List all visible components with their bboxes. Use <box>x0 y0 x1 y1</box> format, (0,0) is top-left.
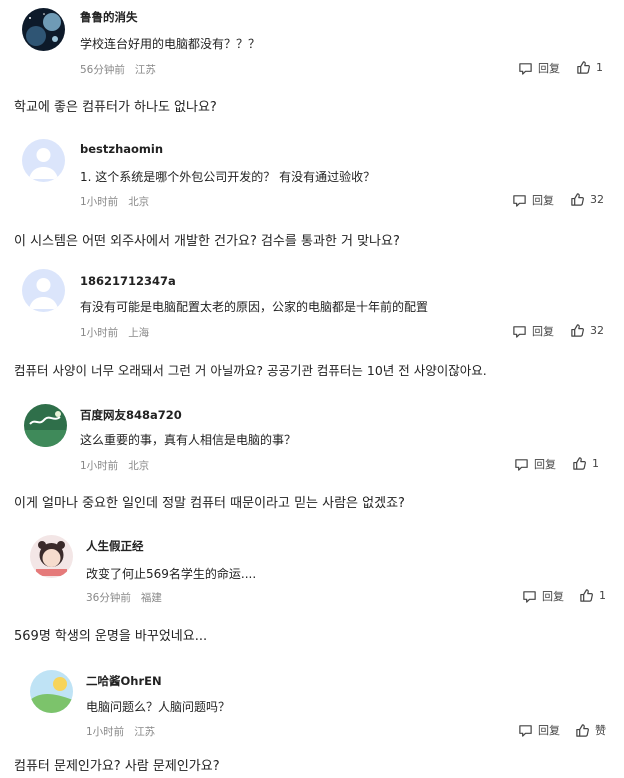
reply-button[interactable]: 回复 <box>514 456 556 472</box>
like-count: 32 <box>590 193 604 206</box>
comment-meta: 1小时前 上海 <box>80 325 149 340</box>
avatar[interactable] <box>22 139 65 182</box>
thumbs-up-icon <box>580 589 593 602</box>
comment-meta: 1小时前 江苏 <box>86 724 155 739</box>
avatar[interactable] <box>24 404 67 447</box>
location: 北京 <box>128 460 150 472</box>
username[interactable]: 鲁鲁的消失 <box>80 9 138 25</box>
reply-button[interactable]: 回复 <box>518 722 560 738</box>
location: 江苏 <box>134 726 156 738</box>
comment-meta: 1小时前 北京 <box>80 458 149 473</box>
landscape-avatar-image <box>24 404 67 447</box>
location: 福建 <box>140 592 162 604</box>
reply-label: 回复 <box>532 194 554 207</box>
timestamp: 1小时前 <box>86 726 125 738</box>
like-count: 32 <box>590 324 604 337</box>
like-button[interactable]: 1 <box>579 588 606 603</box>
username[interactable]: 18621712347a <box>80 274 176 288</box>
reply-label: 回复 <box>532 325 554 338</box>
comment-meta: 36分钟前 福建 <box>86 590 162 605</box>
reply-button[interactable]: 回复 <box>512 323 554 339</box>
comment-icon <box>513 194 526 207</box>
planet-avatar-image <box>22 8 65 51</box>
like-label: 赞 <box>595 724 606 737</box>
default-avatar-image <box>22 269 65 312</box>
comment-text: 改变了何止569名学生的命运.... <box>86 567 257 581</box>
translation-text: 이 시스템은 어떤 외주사에서 개발한 건가요? 검수를 통과한 거 맞나요? <box>14 234 400 249</box>
timestamp: 1小时前 <box>80 460 119 472</box>
thumbs-up-icon <box>577 61 590 74</box>
like-button[interactable]: 1 <box>572 456 599 471</box>
avatar[interactable] <box>30 535 73 578</box>
avatar[interactable] <box>22 8 65 51</box>
thumbs-up-icon <box>576 723 589 737</box>
reply-label: 回复 <box>534 458 556 471</box>
thumbs-up-icon <box>571 324 584 337</box>
comment-icon <box>513 325 526 338</box>
comment-text: 学校连台好用的电脑都没有？？？ <box>80 37 261 51</box>
comment-text: 有没有可能是电脑配置太老的原因，公家的电脑都是十年前的配置 <box>80 300 429 314</box>
like-button[interactable]: 1 <box>576 60 603 75</box>
like-count: 1 <box>596 61 603 74</box>
timestamp: 56分钟前 <box>80 64 125 76</box>
comment-text: 电脑问题么？人脑问题吗？ <box>86 700 231 714</box>
translation-text: 이게 얼마나 중요한 일인데 정말 컴퓨터 때문이라고 믿는 사람은 없겠죠? <box>14 496 405 511</box>
timestamp: 1小时前 <box>80 327 119 339</box>
default-avatar-image <box>22 139 65 182</box>
comment-meta: 1小时前 北京 <box>80 194 149 209</box>
like-count: 1 <box>599 589 606 602</box>
comment-thread-page: { "comments": [ {"user":"鲁鲁的消失","text":"… <box>0 0 624 778</box>
comment-text: 这么重要的事，真有人相信是电脑的事？ <box>80 433 297 447</box>
translation-text: 학교에 좋은 컴퓨터가 하나도 없나요? <box>14 100 217 115</box>
reply-label: 回复 <box>538 62 560 75</box>
comment-icon <box>515 458 528 471</box>
timestamp: 1小时前 <box>80 196 119 208</box>
translation-text: 569명 학생의 운명을 바꾸었네요... <box>14 629 208 644</box>
username[interactable]: 二哈酱OhrEN <box>86 673 162 689</box>
avatar[interactable] <box>30 670 73 713</box>
comment-text: 1. 这个系统是哪个外包公司开发的？ 有没有通过验收？ <box>80 170 376 184</box>
like-button[interactable]: 赞 <box>575 722 606 738</box>
like-button[interactable]: 32 <box>570 323 604 338</box>
like-button[interactable]: 32 <box>570 192 604 207</box>
reply-label: 回复 <box>538 724 560 737</box>
timestamp: 36分钟前 <box>86 592 131 604</box>
thumbs-up-icon <box>571 193 584 206</box>
reply-label: 回复 <box>542 590 564 603</box>
location: 上海 <box>128 327 150 339</box>
comment-icon <box>519 724 532 737</box>
username[interactable]: 人生假正经 <box>86 538 144 554</box>
avatar[interactable] <box>22 269 65 312</box>
like-count: 1 <box>592 457 599 470</box>
translation-text: 컴퓨터 사양이 너무 오래돼서 그런 거 아닐까요? 공공기관 컴퓨터는 10년… <box>14 363 487 378</box>
username[interactable]: bestzhaomin <box>80 142 163 156</box>
reply-button[interactable]: 回复 <box>518 60 560 76</box>
reply-button[interactable]: 回复 <box>522 588 564 604</box>
location: 北京 <box>128 196 150 208</box>
comment-icon <box>523 590 536 603</box>
translation-text: 컴퓨터 문제인가요? 사람 문제인가요? <box>14 759 220 774</box>
thumbs-up-icon <box>573 457 586 470</box>
meadow-avatar-image <box>30 670 73 713</box>
location: 江苏 <box>134 64 156 76</box>
username[interactable]: 百度网友848a720 <box>80 407 182 423</box>
comment-meta: 56分钟前 江苏 <box>80 62 156 77</box>
cartoon-girl-avatar-image <box>30 535 73 578</box>
reply-button[interactable]: 回复 <box>512 192 554 208</box>
comment-icon <box>519 62 532 75</box>
